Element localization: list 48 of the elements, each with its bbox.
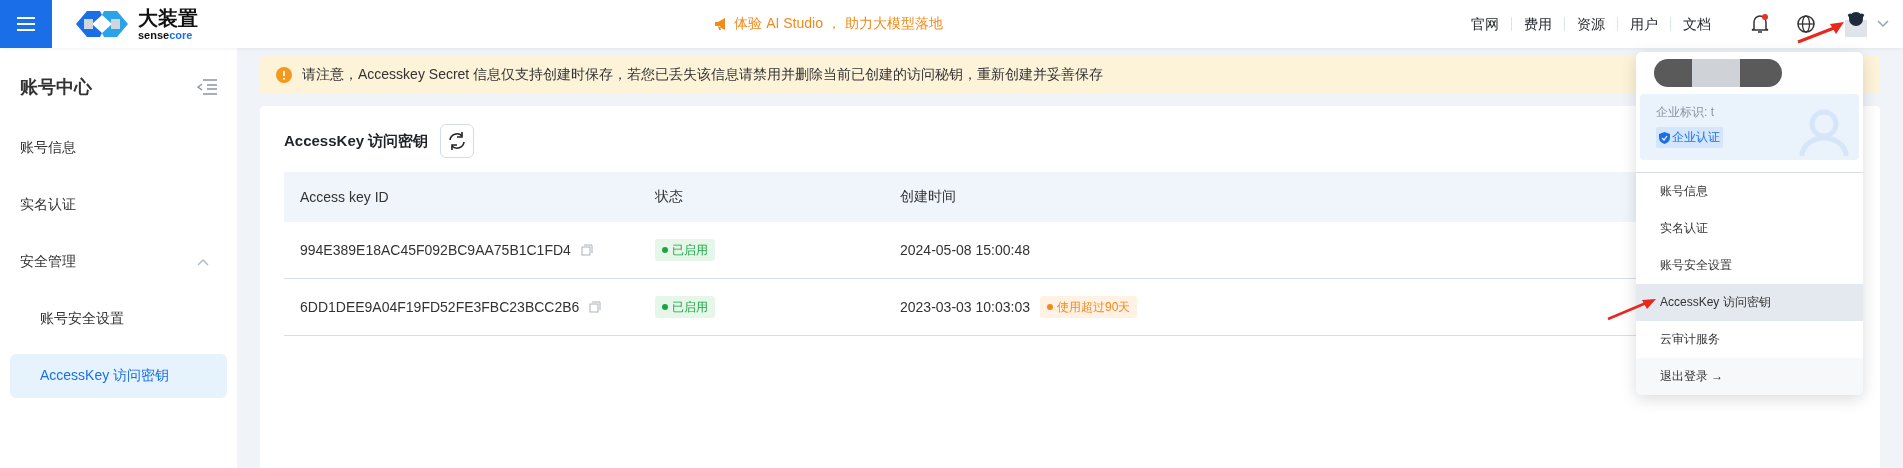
key-id: 6DD1DEE9A04F19FD52FE3FBC23BCC2B6 <box>300 299 580 315</box>
logo-subtitle: sensecore <box>138 29 194 41</box>
nav-link[interactable]: 资源 <box>1564 17 1617 31</box>
status-tag: 已启用 <box>655 239 715 261</box>
nav-link[interactable]: 文档 <box>1670 17 1723 31</box>
notice-text: 请注意，Accesskey Secret 信息仅支持创建时保存，若您已丢失该信息请禁用并删除当前已创建的访问秘钥，重新创建并妥善保存 <box>302 66 1104 84</box>
arrow-annotation <box>1606 297 1656 321</box>
avatar-icon <box>1843 10 1869 38</box>
menu-item[interactable]: 账号安全设置 <box>1636 247 1863 284</box>
menu-button[interactable] <box>0 0 52 48</box>
avatar-button[interactable] <box>1843 10 1889 38</box>
menu-icon <box>17 17 35 31</box>
column-header: Access key ID <box>284 172 639 222</box>
bell-icon <box>1751 14 1769 34</box>
created-time: 2023-03-03 10:03:03 <box>900 299 1030 315</box>
refresh-button[interactable] <box>440 124 475 158</box>
nav-link[interactable]: 费用 <box>1511 17 1564 31</box>
sidebar-subitem[interactable]: 账号安全设置 <box>10 297 227 341</box>
menu-item[interactable]: 云审计服务 <box>1636 321 1863 358</box>
warning-icon <box>276 67 292 83</box>
menu-item[interactable]: AccessKey 访问密钥 <box>1636 284 1863 321</box>
notification-button[interactable] <box>1751 14 1769 34</box>
sidebar-subitem[interactable]: AccessKey 访问密钥 <box>10 354 227 398</box>
verified-badge: 企业认证 <box>1656 127 1723 148</box>
created-time: 2024-05-08 15:00:48 <box>900 242 1030 258</box>
menu-item[interactable]: 账号信息 <box>1636 173 1863 210</box>
shield-icon <box>1659 131 1670 144</box>
logo-title: 大装置 <box>138 7 198 28</box>
key-id: 994E389E18AC45F092BC9AA75B1C1FD4 <box>300 242 571 258</box>
chevron-down-icon <box>1877 20 1889 28</box>
warning-tag: 使用超过90天 <box>1040 296 1138 318</box>
nav-link[interactable]: 官网 <box>1459 17 1511 31</box>
collapse-menu-icon[interactable] <box>197 79 217 95</box>
sidebar-item[interactable]: 实名认证 <box>10 183 227 227</box>
menu-item[interactable]: 实名认证 <box>1636 210 1863 247</box>
menu-item[interactable]: 退出登录 → <box>1636 358 1863 395</box>
refresh-icon <box>447 131 468 151</box>
sidebar-item[interactable]: 账号信息 <box>10 126 227 170</box>
globe-icon <box>1797 15 1815 33</box>
nav-link[interactable]: 用户 <box>1617 17 1670 31</box>
card-title: AccessKey 访问密钥 <box>284 131 429 151</box>
sidebar-item[interactable]: 安全管理 <box>10 240 227 284</box>
column-header: 状态 <box>639 172 884 222</box>
org-label: 企业标识: t <box>1656 104 1715 121</box>
language-button[interactable] <box>1797 15 1815 33</box>
arrow-annotation <box>1796 20 1846 46</box>
sidebar-title: 账号中心 <box>20 76 92 99</box>
status-tag: 已启用 <box>655 296 715 318</box>
